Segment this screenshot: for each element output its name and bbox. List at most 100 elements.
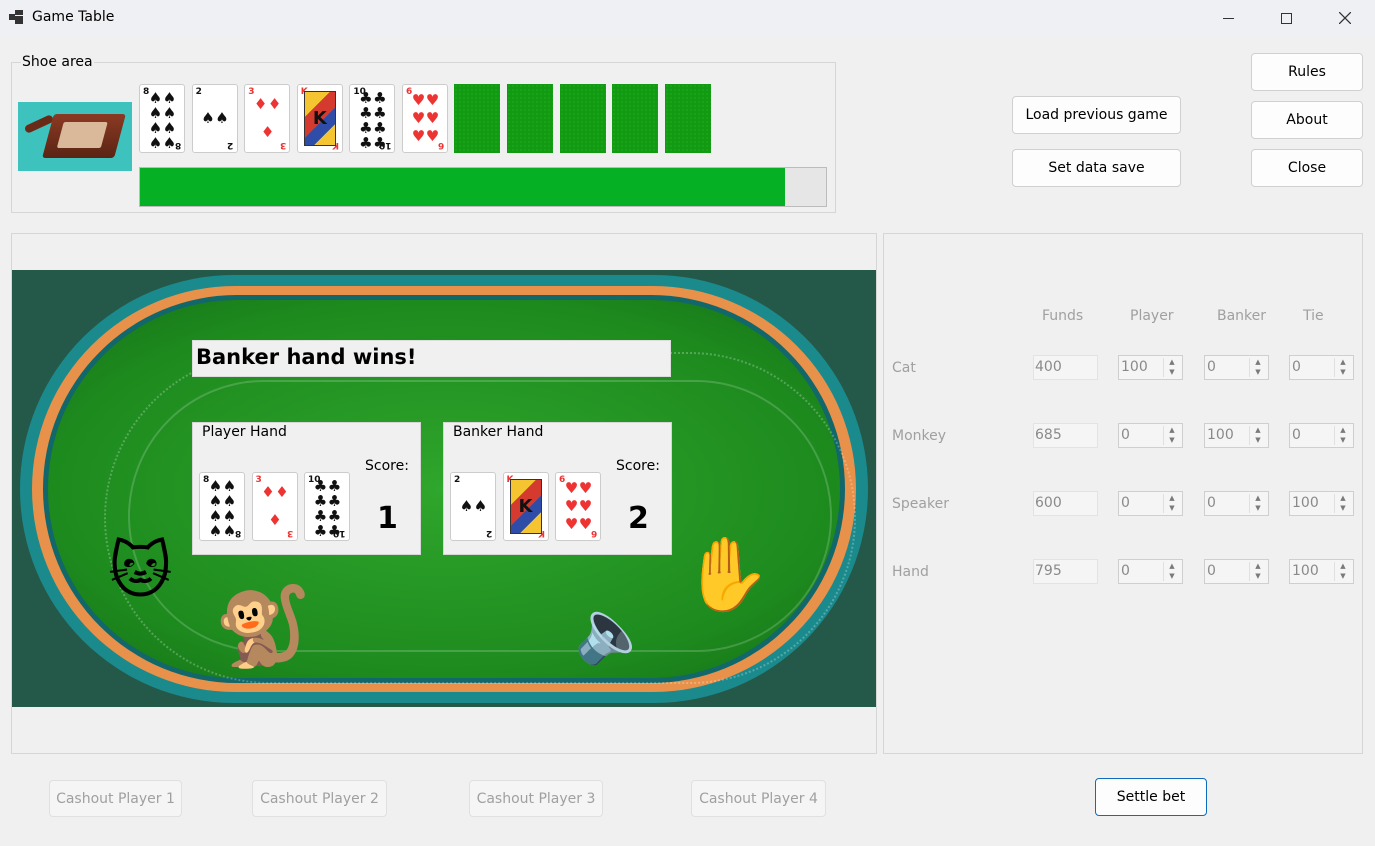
banker-score-label: Score: (616, 458, 660, 474)
bettor-name: Hand (892, 564, 929, 580)
playing-card: KKK (296, 84, 343, 153)
stepper-arrows[interactable]: ▲ ▼ (1334, 426, 1351, 445)
about-button[interactable]: About (1251, 101, 1363, 139)
tie-bet-stepper[interactable]: 100 ▲ ▼ (1289, 491, 1354, 516)
player-bet-stepper[interactable]: 0 ▲ ▼ (1118, 559, 1183, 584)
playing-card: 3 3 ♦ ♦ ♦ (244, 84, 291, 153)
stepper-arrows[interactable]: ▲ ▼ (1334, 494, 1351, 513)
cat-face-icon: 🐱 (108, 534, 173, 607)
bettor-name: Speaker (892, 496, 949, 512)
tie-bet-value: 0 (1292, 427, 1301, 443)
playing-card: 8 8 ♠ ♠ ♠ ♠ ♠ ♠ ♠ ♠ (199, 472, 245, 541)
close-button[interactable]: Close (1251, 149, 1363, 187)
rules-button[interactable]: Rules (1251, 53, 1363, 91)
up-arrow-icon[interactable]: ▲ (1335, 426, 1351, 436)
up-arrow-icon[interactable]: ▲ (1250, 358, 1266, 368)
close-window-button[interactable] (1316, 0, 1374, 36)
down-arrow-icon[interactable]: ▼ (1164, 368, 1180, 378)
up-arrow-icon[interactable]: ▲ (1164, 358, 1180, 368)
set-data-save-button[interactable]: Set data save (1012, 149, 1181, 187)
cashout-player-4-button[interactable]: Cashout Player 4 (691, 780, 826, 817)
app-icon (9, 10, 23, 24)
playing-card: 8 8 ♠ ♠ ♠ ♠ ♠ ♠ ♠ ♠ (139, 84, 185, 153)
speaker-icon: 🔈 (574, 594, 652, 667)
up-arrow-icon[interactable]: ▲ (1250, 426, 1266, 436)
banker-bet-stepper[interactable]: 0 ▲ ▼ (1204, 491, 1269, 516)
down-arrow-icon[interactable]: ▼ (1335, 572, 1351, 582)
maximize-icon (1280, 12, 1292, 24)
up-arrow-icon[interactable]: ▲ (1164, 562, 1180, 572)
down-arrow-icon[interactable]: ▼ (1335, 436, 1351, 446)
player-bet-value: 0 (1121, 495, 1130, 511)
funds-field: 400 (1033, 355, 1098, 380)
up-arrow-icon[interactable]: ▲ (1250, 562, 1266, 572)
down-arrow-icon[interactable]: ▼ (1335, 368, 1351, 378)
funds-header: Funds (1042, 308, 1084, 324)
up-arrow-icon[interactable]: ▲ (1250, 494, 1266, 504)
down-arrow-icon[interactable]: ▼ (1335, 504, 1351, 514)
player-bet-value: 100 (1121, 359, 1148, 375)
stepper-arrows[interactable]: ▲ ▼ (1249, 426, 1266, 445)
player-bet-value: 0 (1121, 563, 1130, 579)
bettor-name: Monkey (892, 428, 947, 444)
playing-card: 2 2 ♠ ♠ (191, 84, 238, 153)
down-arrow-icon[interactable]: ▼ (1164, 504, 1180, 514)
stepper-arrows[interactable]: ▲ ▼ (1334, 358, 1351, 377)
player-hand-label: Player Hand (202, 424, 287, 440)
player-bet-stepper[interactable]: 0 ▲ ▼ (1118, 491, 1183, 516)
down-arrow-icon[interactable]: ▼ (1250, 572, 1266, 582)
minimize-button[interactable] (1199, 0, 1257, 36)
up-arrow-icon[interactable]: ▲ (1335, 494, 1351, 504)
stepper-arrows[interactable]: ▲ ▼ (1249, 358, 1266, 377)
bettor-name: Cat (892, 360, 916, 376)
playing-card: KKK (502, 472, 549, 541)
playing-card: 1010♣♣♣♣♣♣♣♣♣♣ (304, 472, 350, 541)
playing-card: 3 3 ♦ ♦ ♦ (251, 472, 298, 541)
playing-card: 6 6 ♥ ♥ ♥ ♥ ♥ ♥ (402, 84, 448, 153)
empty-card-slot (507, 84, 553, 153)
banker-bet-stepper[interactable]: 100 ▲ ▼ (1204, 423, 1269, 448)
banker-bet-stepper[interactable]: 0 ▲ ▼ (1204, 355, 1269, 380)
stepper-arrows[interactable]: ▲ ▼ (1163, 358, 1180, 377)
down-arrow-icon[interactable]: ▼ (1164, 436, 1180, 446)
stepper-arrows[interactable]: ▲ ▼ (1163, 494, 1180, 513)
down-arrow-icon[interactable]: ▼ (1164, 572, 1180, 582)
player-score-label: Score: (365, 458, 409, 474)
cashout-player-3-button[interactable]: Cashout Player 3 (469, 780, 603, 817)
window-title: Game Table (32, 9, 115, 25)
stepper-arrows[interactable]: ▲ ▼ (1163, 426, 1180, 445)
maximize-button[interactable] (1257, 0, 1315, 36)
stepper-arrows[interactable]: ▲ ▼ (1334, 562, 1351, 581)
cashout-player-1-button[interactable]: Cashout Player 1 (49, 780, 182, 817)
playing-card: 6 6 ♥ ♥ ♥ ♥ ♥ ♥ (555, 472, 601, 541)
player-bet-stepper[interactable]: 100 ▲ ▼ (1118, 355, 1183, 380)
up-arrow-icon[interactable]: ▲ (1164, 426, 1180, 436)
down-arrow-icon[interactable]: ▼ (1250, 504, 1266, 514)
down-arrow-icon[interactable]: ▼ (1250, 368, 1266, 378)
down-arrow-icon[interactable]: ▼ (1250, 436, 1266, 446)
funds-field: 685 (1033, 423, 1098, 448)
empty-card-slot (612, 84, 658, 153)
up-arrow-icon[interactable]: ▲ (1335, 358, 1351, 368)
up-arrow-icon[interactable]: ▲ (1164, 494, 1180, 504)
stepper-arrows[interactable]: ▲ ▼ (1249, 494, 1266, 513)
empty-card-slot (454, 84, 500, 153)
player-bet-stepper[interactable]: 0 ▲ ▼ (1118, 423, 1183, 448)
tie-bet-stepper[interactable]: 0 ▲ ▼ (1289, 355, 1354, 380)
up-arrow-icon[interactable]: ▲ (1335, 562, 1351, 572)
stepper-arrows[interactable]: ▲ ▼ (1163, 562, 1180, 581)
funds-field: 795 (1033, 559, 1098, 584)
banker-bet-value: 0 (1207, 359, 1216, 375)
banker-score: 2 (628, 501, 649, 536)
tie-bet-value: 0 (1292, 359, 1301, 375)
stepper-arrows[interactable]: ▲ ▼ (1249, 562, 1266, 581)
banker-bet-stepper[interactable]: 0 ▲ ▼ (1204, 559, 1269, 584)
banker-hand-label: Banker Hand (453, 424, 544, 440)
settle-bet-button[interactable]: Settle bet (1095, 778, 1207, 816)
player-score: 1 (377, 501, 398, 536)
tie-bet-stepper[interactable]: 0 ▲ ▼ (1289, 423, 1354, 448)
player-header: Player (1130, 308, 1174, 324)
tie-bet-stepper[interactable]: 100 ▲ ▼ (1289, 559, 1354, 584)
load-previous-game-button[interactable]: Load previous game (1012, 96, 1181, 134)
cashout-player-2-button[interactable]: Cashout Player 2 (252, 780, 387, 817)
